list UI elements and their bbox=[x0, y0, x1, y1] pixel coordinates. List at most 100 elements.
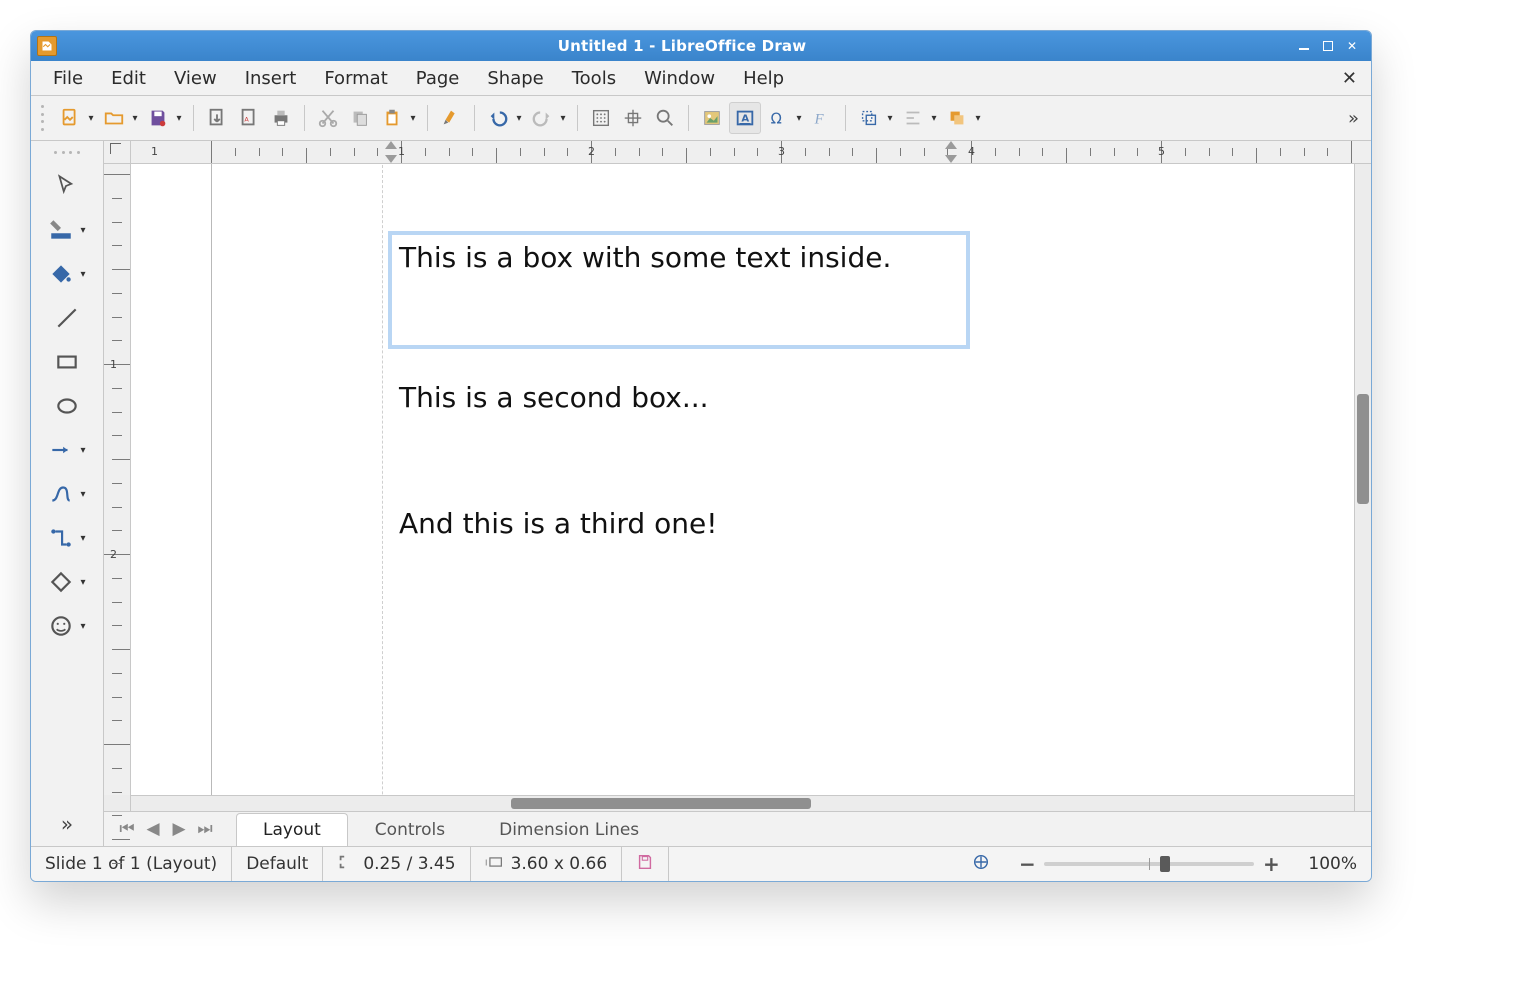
menubar: File Edit View Insert Format Page Shape … bbox=[31, 61, 1371, 96]
paste-icon[interactable] bbox=[377, 103, 407, 133]
snap-guides-icon[interactable] bbox=[618, 103, 648, 133]
save-icon[interactable] bbox=[143, 103, 173, 133]
connector-tool-icon[interactable] bbox=[36, 519, 98, 557]
toolbox-grip[interactable] bbox=[54, 151, 80, 157]
close-window-button[interactable] bbox=[1345, 39, 1359, 53]
application-window: Untitled 1 - LibreOffice Draw File Edit … bbox=[30, 30, 1372, 882]
transformations-dropdown[interactable] bbox=[884, 113, 896, 124]
redo-dropdown[interactable] bbox=[557, 113, 569, 124]
grid-icon[interactable] bbox=[586, 103, 616, 133]
textbox-1[interactable]: This is a box with some text inside. bbox=[391, 234, 967, 346]
fontwork-icon[interactable]: F bbox=[807, 103, 837, 133]
zoom-slider[interactable]: − + bbox=[1004, 847, 1294, 881]
menu-insert[interactable]: Insert bbox=[233, 64, 309, 93]
menu-window[interactable]: Window bbox=[632, 64, 727, 93]
line-color-tool-icon[interactable] bbox=[36, 211, 98, 249]
insert-textbox-icon[interactable]: A bbox=[729, 102, 761, 134]
svg-text:Ω: Ω bbox=[771, 111, 782, 128]
horizontal-scrollbar-thumb[interactable] bbox=[511, 798, 811, 809]
status-fit-page[interactable] bbox=[958, 847, 1004, 881]
open-icon[interactable] bbox=[99, 103, 129, 133]
menu-tools[interactable]: Tools bbox=[560, 64, 628, 93]
zoom-knob[interactable] bbox=[1160, 856, 1170, 872]
workspace: » 112345 12 This is a box with some t bbox=[31, 141, 1371, 846]
svg-text:A: A bbox=[741, 114, 749, 125]
status-zoom[interactable]: 100% bbox=[1294, 847, 1371, 881]
menu-page[interactable]: Page bbox=[404, 64, 472, 93]
status-save-state[interactable] bbox=[622, 847, 669, 881]
toolbar-grip[interactable] bbox=[41, 105, 47, 131]
close-document-button[interactable]: ✕ bbox=[1338, 68, 1361, 89]
arrow-tool-icon[interactable] bbox=[36, 431, 98, 469]
undo-dropdown[interactable] bbox=[513, 113, 525, 124]
menu-file[interactable]: File bbox=[41, 64, 95, 93]
tab-dimension-lines[interactable]: Dimension Lines bbox=[472, 813, 666, 846]
zoom-in-button[interactable]: + bbox=[1262, 852, 1280, 876]
tab-nav-last[interactable]: ⏭ bbox=[192, 816, 218, 842]
new-document-dropdown[interactable] bbox=[85, 113, 97, 124]
curve-tool-icon[interactable] bbox=[36, 475, 98, 513]
fit-page-icon bbox=[972, 853, 990, 876]
zoom-out-button[interactable]: − bbox=[1018, 852, 1036, 876]
menu-edit[interactable]: Edit bbox=[99, 64, 158, 93]
layer-tabs-row: ⏮ ◀ ▶ ⏭ Layout Controls Dimension Lines bbox=[104, 811, 1371, 846]
vertical-scrollbar[interactable] bbox=[1354, 164, 1371, 795]
cut-icon[interactable] bbox=[313, 103, 343, 133]
status-style-text: Default bbox=[246, 854, 308, 874]
tab-layout[interactable]: Layout bbox=[236, 813, 348, 846]
toolbar-overflow-button[interactable]: » bbox=[1342, 108, 1365, 129]
zoom-icon[interactable] bbox=[650, 103, 680, 133]
line-tool-icon[interactable] bbox=[36, 299, 98, 337]
save-dropdown[interactable] bbox=[173, 113, 185, 124]
menu-shape[interactable]: Shape bbox=[475, 64, 555, 93]
align-dropdown[interactable] bbox=[928, 113, 940, 124]
new-document-icon[interactable] bbox=[55, 103, 85, 133]
insert-image-icon[interactable] bbox=[697, 103, 727, 133]
zoom-track[interactable] bbox=[1044, 862, 1254, 866]
vertical-scrollbar-thumb[interactable] bbox=[1357, 394, 1369, 504]
arrange-icon[interactable] bbox=[942, 103, 972, 133]
align-icon[interactable] bbox=[898, 103, 928, 133]
special-character-icon[interactable]: Ω bbox=[763, 103, 793, 133]
status-zoom-text: 100% bbox=[1308, 854, 1357, 874]
status-style[interactable]: Default bbox=[232, 847, 323, 881]
menu-format[interactable]: Format bbox=[312, 64, 399, 93]
clone-formatting-icon[interactable] bbox=[436, 103, 466, 133]
copy-icon[interactable] bbox=[345, 103, 375, 133]
paste-dropdown[interactable] bbox=[407, 113, 419, 124]
menu-help[interactable]: Help bbox=[731, 64, 796, 93]
tab-nav-prev[interactable]: ◀ bbox=[140, 816, 166, 842]
open-dropdown[interactable] bbox=[129, 113, 141, 124]
export-icon[interactable] bbox=[202, 103, 232, 133]
tab-nav-next[interactable]: ▶ bbox=[166, 816, 192, 842]
horizontal-ruler[interactable]: 112345 bbox=[131, 141, 1371, 163]
minimize-button[interactable] bbox=[1297, 39, 1311, 53]
ellipse-tool-icon[interactable] bbox=[36, 387, 98, 425]
status-slide: Slide 1 of 1 (Layout) bbox=[31, 847, 232, 881]
textbox-2[interactable]: This is a second box... bbox=[391, 374, 967, 426]
editor-area: 112345 12 This is a box with some text i… bbox=[104, 141, 1371, 846]
vertical-ruler[interactable]: 12 bbox=[104, 164, 131, 795]
menu-view[interactable]: View bbox=[162, 64, 229, 93]
undo-icon[interactable] bbox=[483, 103, 513, 133]
maximize-button[interactable] bbox=[1321, 39, 1335, 53]
arrange-dropdown[interactable] bbox=[972, 113, 984, 124]
special-character-dropdown[interactable] bbox=[793, 113, 805, 124]
canvas[interactable]: This is a box with some text inside. This… bbox=[131, 164, 1354, 795]
horizontal-ruler-row: 112345 bbox=[104, 141, 1371, 164]
select-tool-icon[interactable] bbox=[36, 167, 98, 205]
symbol-shapes-tool-icon[interactable] bbox=[36, 607, 98, 645]
textbox-3[interactable]: And this is a third one! bbox=[391, 500, 967, 552]
transformations-icon[interactable] bbox=[854, 103, 884, 133]
tab-controls[interactable]: Controls bbox=[348, 813, 472, 846]
print-icon[interactable] bbox=[266, 103, 296, 133]
redo-icon[interactable] bbox=[527, 103, 557, 133]
fill-color-tool-icon[interactable] bbox=[36, 255, 98, 293]
toolbox-overflow-button[interactable]: » bbox=[61, 812, 73, 836]
basic-shapes-tool-icon[interactable] bbox=[36, 563, 98, 601]
status-size-text: 3.60 x 0.66 bbox=[511, 854, 608, 874]
rectangle-tool-icon[interactable] bbox=[36, 343, 98, 381]
export-pdf-icon[interactable]: A bbox=[234, 103, 264, 133]
save-indicator-icon bbox=[636, 853, 654, 876]
horizontal-scrollbar[interactable] bbox=[131, 795, 1354, 811]
